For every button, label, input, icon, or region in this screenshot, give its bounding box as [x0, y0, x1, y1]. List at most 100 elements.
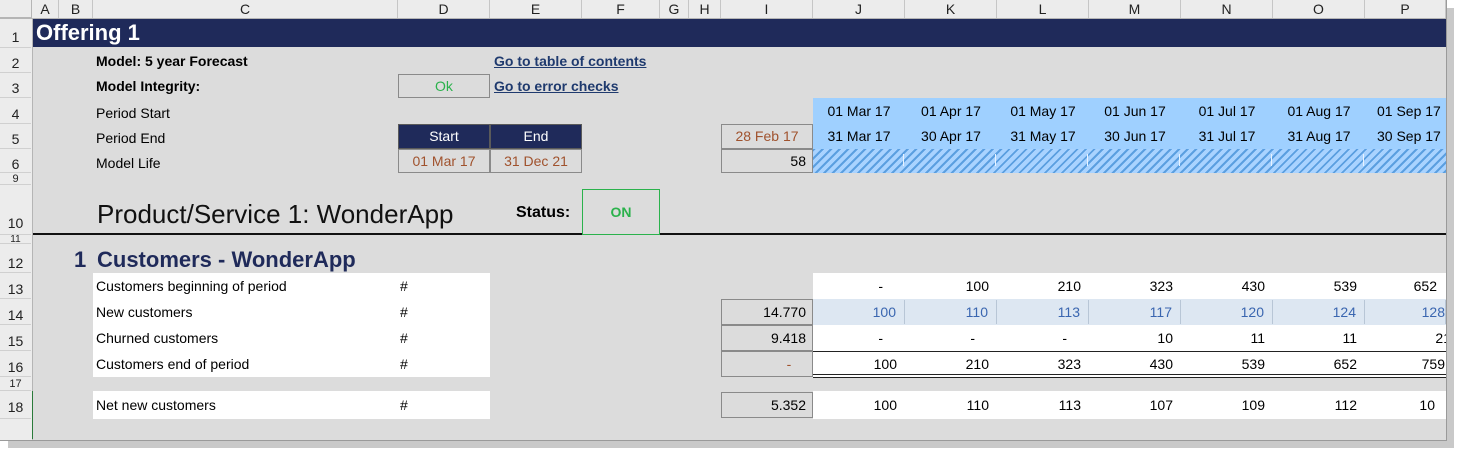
new-k[interactable]: 110: [905, 300, 997, 324]
header-band: [33, 19, 1446, 47]
net-j: 100: [873, 397, 897, 413]
period-end-label: Period End: [96, 130, 166, 146]
row-header-4[interactable]: 4: [0, 98, 31, 124]
total-underline: [813, 374, 1446, 375]
row-header-9[interactable]: 9: [0, 173, 31, 185]
new-m[interactable]: 117: [1089, 300, 1181, 324]
period-start-n: 01 Jul 17: [1198, 103, 1256, 119]
begin-l: 210: [1057, 278, 1081, 294]
row-label-churn: Churned customers: [96, 330, 219, 346]
period-start-p: 01 Sep 17: [1377, 103, 1441, 119]
row-header-13[interactable]: 13: [0, 273, 31, 299]
churn-o: 11: [1342, 330, 1357, 346]
row-header-12[interactable]: 12: [0, 244, 31, 273]
column-header-n[interactable]: N: [1181, 0, 1273, 18]
total-net: 5.352: [721, 392, 813, 418]
timeline-tick: [903, 154, 904, 166]
period-end-p: 30 Sep 17: [1377, 128, 1441, 144]
churn-k: -: [970, 330, 975, 346]
churn-l: -: [1062, 330, 1067, 346]
section-divider: [660, 233, 1446, 235]
period-start-j: 01 Mar 17: [827, 103, 891, 119]
row-header-1[interactable]: 1: [0, 19, 31, 48]
column-header-f[interactable]: F: [582, 0, 660, 18]
row-header-14[interactable]: 14: [0, 299, 31, 325]
column-header-p[interactable]: P: [1365, 0, 1446, 18]
new-o[interactable]: 124: [1273, 300, 1365, 324]
row-label-new: New customers: [96, 304, 193, 320]
net-o: 112: [1334, 397, 1357, 413]
period-start-o: 01 Aug 17: [1287, 103, 1351, 119]
column-header-b[interactable]: B: [59, 0, 93, 18]
section-number: 1: [74, 247, 87, 272]
total-underline: [813, 377, 1446, 378]
timeline-hatch: [813, 149, 1446, 173]
row-header-5[interactable]: 5: [0, 124, 31, 149]
timeline-tick: [1087, 154, 1088, 166]
error-checks-link[interactable]: Go to error checks: [494, 76, 619, 96]
period-start-m: 01 Jun 17: [1104, 103, 1166, 119]
row-header-16[interactable]: 16: [0, 351, 31, 377]
section-divider: [33, 233, 582, 235]
total-new: 14.770: [721, 299, 813, 325]
new-p[interactable]: 128: [1365, 300, 1446, 324]
column-header-k[interactable]: K: [905, 0, 997, 18]
select-all-corner[interactable]: [0, 0, 32, 18]
timeline-tick: [995, 154, 996, 166]
forecast-label: Model: 5 year Forecast: [96, 53, 248, 69]
spreadsheet: A B C D E F G H I J K L M N O P 1 2 3 4 …: [0, 0, 1447, 441]
new-l[interactable]: 113: [997, 300, 1089, 324]
period-end-n: 31 Jul 17: [1198, 128, 1256, 144]
row-label-begin: Customers beginning of period: [96, 278, 287, 294]
model-start-date[interactable]: 01 Mar 17: [398, 149, 490, 173]
column-header-a[interactable]: A: [32, 0, 59, 18]
row-header-17[interactable]: 17: [0, 377, 31, 391]
begin-n: 430: [1241, 278, 1265, 294]
period-end-k: 30 Apr 17: [921, 128, 981, 144]
net-l: 113: [1058, 397, 1081, 413]
new-n[interactable]: 120: [1181, 300, 1273, 324]
timeline-tick: [1271, 154, 1272, 166]
column-header-l[interactable]: L: [997, 0, 1089, 18]
column-header-o[interactable]: O: [1273, 0, 1365, 18]
column-header-i[interactable]: I: [721, 0, 813, 18]
toc-link[interactable]: Go to table of contents: [494, 51, 646, 71]
row-header-3[interactable]: 3: [0, 73, 31, 98]
period-start-k: 01 Apr 17: [921, 103, 981, 119]
churn-p: 21: [1435, 330, 1446, 346]
row-header-2[interactable]: 2: [0, 48, 31, 73]
timeline-tick: [1179, 154, 1180, 166]
net-p: 10: [1419, 397, 1435, 413]
row-unit-churn: #: [400, 330, 408, 346]
active-row-marker: [32, 391, 33, 439]
column-header-d[interactable]: D: [398, 0, 490, 18]
period-end-l: 31 May 17: [1010, 128, 1076, 144]
model-life-months: 58: [721, 149, 813, 173]
new-j[interactable]: 100: [813, 300, 905, 324]
status-label: Status:: [516, 204, 571, 221]
period-end-j: 31 Mar 17: [827, 128, 891, 144]
begin-m: 323: [1149, 278, 1173, 294]
product-title: Product/Service 1: WonderApp: [97, 199, 454, 229]
row-unit-net: #: [400, 397, 408, 413]
model-life-label: Model Life: [96, 155, 161, 171]
net-m: 107: [1149, 397, 1173, 413]
start-header: Start: [398, 124, 490, 149]
column-header-h[interactable]: H: [689, 0, 721, 18]
column-header-g[interactable]: G: [660, 0, 689, 18]
column-header-c[interactable]: C: [93, 0, 398, 18]
row-header-15[interactable]: 15: [0, 325, 31, 351]
net-n: 109: [1241, 397, 1265, 413]
model-end-date[interactable]: 31 Dec 21: [490, 149, 582, 173]
column-header-j[interactable]: J: [813, 0, 905, 18]
row-header-11[interactable]: 11: [0, 235, 31, 245]
status-toggle[interactable]: ON: [582, 189, 660, 235]
period-start-l: 01 May 17: [1010, 103, 1076, 119]
churn-m: 10: [1157, 330, 1173, 346]
row-header-6[interactable]: 6: [0, 149, 31, 173]
row-header-10[interactable]: 10: [0, 185, 31, 235]
column-header-m[interactable]: M: [1089, 0, 1181, 18]
column-header-e[interactable]: E: [490, 0, 582, 18]
row-header-18[interactable]: 18: [0, 391, 31, 419]
period-end-m: 30 Jun 17: [1104, 128, 1166, 144]
